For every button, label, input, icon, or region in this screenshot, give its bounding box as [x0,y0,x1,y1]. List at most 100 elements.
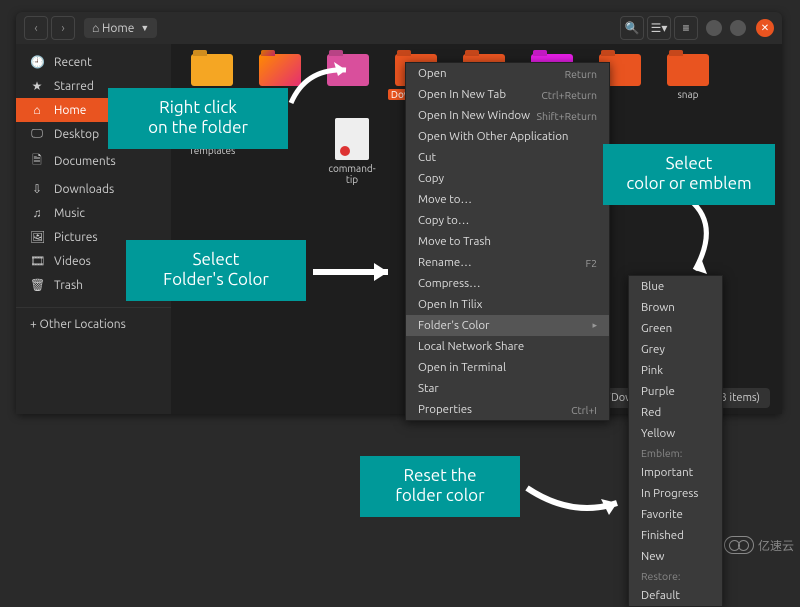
watermark: 亿速云 [724,536,794,554]
sidebar-label: Starred [54,80,94,93]
menu-item[interactable]: Cut [406,147,609,168]
color-option[interactable]: Brown [629,297,722,318]
menu-label: Move to Trash [418,235,491,248]
sidebar-icon: ⌂ [30,103,44,117]
menu-label: Folder's Color [418,319,489,332]
emblem-option[interactable]: New [629,546,722,567]
breadcrumb-label: Home [102,22,134,35]
callout-selectemblem: Selectcolor or emblem [603,144,775,205]
file-item[interactable]: command-tip [325,118,379,185]
menu-item[interactable]: Rename… F2 [406,252,609,273]
chevron-down-icon: ▼ [140,23,149,33]
arrow-icon [286,58,366,108]
shortcut-label: F2 [586,257,597,269]
menu-item[interactable]: Open In Tilix [406,294,609,315]
menu-item[interactable]: Copy to… [406,210,609,231]
menu-item[interactable]: Compress… [406,273,609,294]
sidebar-label: Downloads [54,183,114,196]
color-option[interactable]: Yellow [629,423,722,444]
sidebar-icon: ★ [30,79,44,93]
sidebar-icon: ♫ [30,206,44,220]
document-icon [335,118,369,160]
menu-label: Cut [418,151,436,164]
menu-item[interactable]: Star [406,378,609,399]
folder-item[interactable]: snap [661,54,715,100]
menu-item[interactable]: Move to Trash [406,231,609,252]
back-button[interactable]: ‹ [24,16,48,40]
forward-button[interactable]: › [51,16,75,40]
callout-rightclick: Right clickon the folder [108,88,288,149]
sidebar-icon: 🖵 [30,127,44,141]
menu-item[interactable]: Open With Other Application [406,126,609,147]
menu-label: Rename… [418,256,472,269]
close-button[interactable]: ✕ [756,19,774,37]
emblem-option[interactable]: In Progress [629,483,722,504]
callout-selectcolor: SelectFolder's Color [126,240,306,301]
menu-label: Open In New Tab [418,88,506,101]
context-menu: OpenReturnOpen In New TabCtrl+ReturnOpen… [405,62,610,421]
folder-icon [191,54,233,86]
folder-icon [667,54,709,86]
menu-label: Open [418,67,447,80]
color-option[interactable]: Pink [629,360,722,381]
menu-item[interactable]: Move to… [406,189,609,210]
menu-item[interactable]: Copy [406,168,609,189]
emblem-option[interactable]: Important [629,462,722,483]
menu-item[interactable]: Open In New Tab Ctrl+Return [406,84,609,105]
color-option[interactable]: Green [629,318,722,339]
emblem-option[interactable]: Favorite [629,504,722,525]
callout-reset: Reset thefolder color [360,456,520,517]
menu-item[interactable]: Open In New WindowShift+Return [406,105,609,126]
emblem-option[interactable]: Finished [629,525,722,546]
sidebar-item-music[interactable]: ♫Music [16,201,171,225]
submenu-header: Emblem: [629,444,722,462]
color-option[interactable]: Red [629,402,722,423]
menu-item[interactable]: Folder's Color ▸ [406,315,609,336]
shortcut-label: Ctrl+I [571,404,597,416]
watermark-text: 亿速云 [758,537,794,554]
folder-label: snap [677,89,698,100]
shortcut-label: Ctrl+Return [541,89,597,101]
menu-item[interactable]: OpenReturn [406,63,609,84]
sidebar-icon: 🗑 [30,278,44,292]
color-option[interactable]: Grey [629,339,722,360]
menu-label: Move to… [418,193,472,206]
maximize-button[interactable] [730,20,746,36]
sidebar-label: Videos [54,255,91,268]
sidebar-item-documents[interactable]: 🗎 Documents [16,146,171,177]
menu-item[interactable]: Open in Terminal [406,357,609,378]
sidebar-icon: 🖼 [30,230,44,244]
arrow-icon [308,252,408,292]
sidebar-label: Trash [54,279,83,292]
restore-option[interactable]: Default [629,585,722,606]
menu-label: Open With Other Application [418,130,569,143]
sidebar-item-downloads[interactable]: ⇩Downloads [16,177,171,201]
sidebar-icon: 🎞 [30,254,44,268]
view-toggle-button[interactable]: ☰▾ [647,16,671,40]
breadcrumb[interactable]: ⌂ Home ▼ [84,18,157,38]
sidebar-label: Recent [54,56,92,69]
menu-label: Open in Terminal [418,361,506,374]
sidebar-icon: 🗎 [30,151,44,172]
watermark-logo-icon [724,536,754,554]
sidebar-label: Desktop [54,128,99,141]
arrow-icon [660,195,730,285]
menu-label: Open In New Window [418,109,530,122]
menu-item[interactable]: Local Network Share [406,336,609,357]
menu-label: Copy to… [418,214,469,227]
sidebar-label: Documents [54,155,116,168]
color-option[interactable]: Purple [629,381,722,402]
file-label: command-tip [325,163,379,185]
sidebar-item-recent[interactable]: 🕘 Recent [16,50,171,74]
minimize-button[interactable] [706,20,722,36]
other-locations[interactable]: + Other Locations [16,307,171,336]
hamburger-menu-button[interactable]: ≡ [674,16,698,40]
menu-item[interactable]: PropertiesCtrl+I [406,399,609,420]
arrow-icon [522,468,632,528]
menu-label: Open In Tilix [418,298,482,311]
search-button[interactable]: 🔍 [620,16,644,40]
sidebar-label: Home [54,104,86,117]
sidebar-label: Pictures [54,231,98,244]
chevron-right-icon: ▸ [592,320,597,331]
sidebar-icon: 🕘 [30,55,44,69]
